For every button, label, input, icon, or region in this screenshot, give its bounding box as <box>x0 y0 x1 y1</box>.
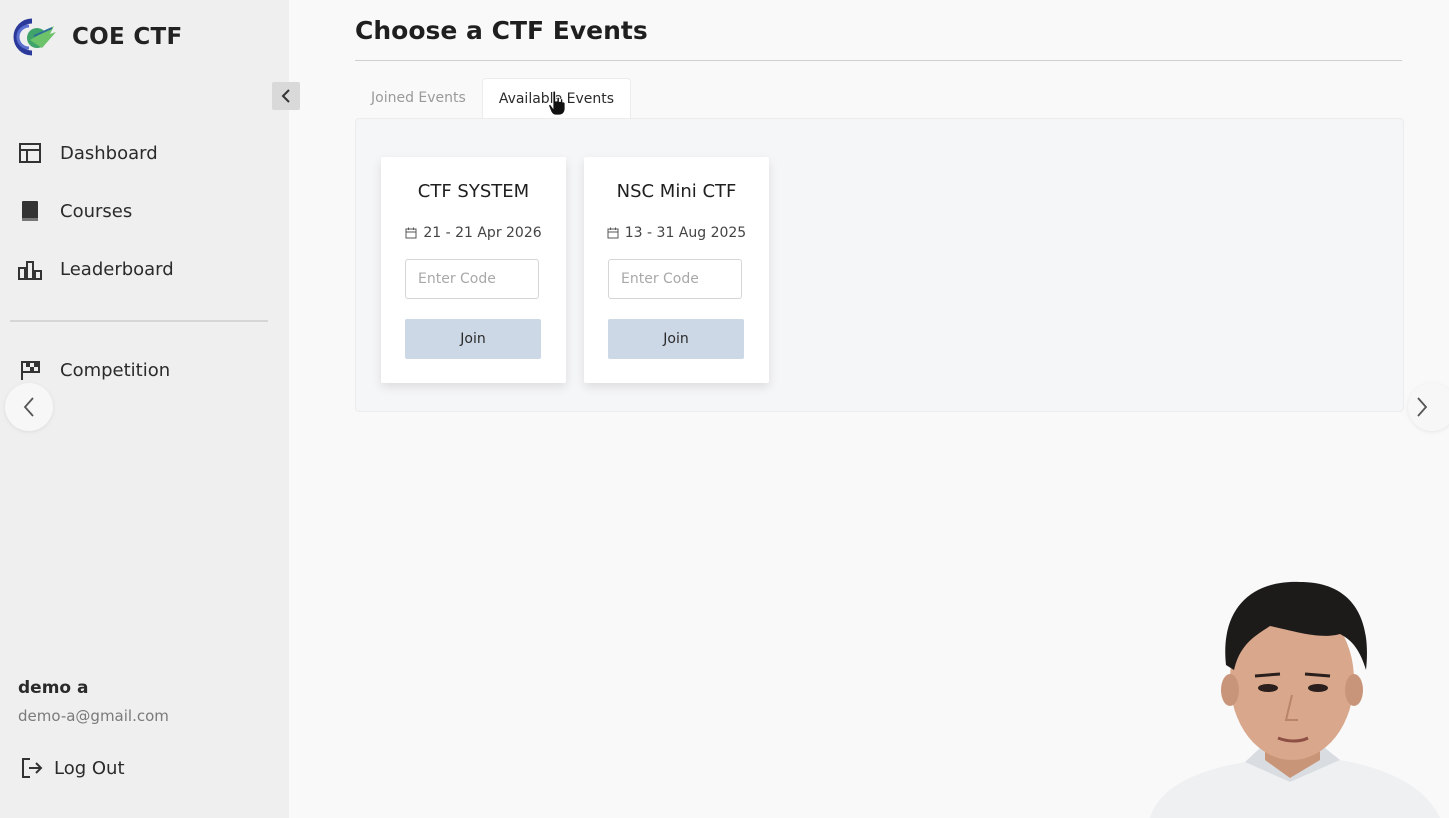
event-card: NSC Mini CTF 13 - 31 Aug 2025 Join <box>584 157 769 383</box>
sidebar-item-label: Leaderboard <box>60 258 174 280</box>
events-panel: CTF SYSTEM 21 - 21 Apr 2026 Join NSC Min… <box>355 118 1404 412</box>
user-name: demo a <box>18 678 89 698</box>
page-title: Choose a CTF Events <box>355 16 648 45</box>
carousel-prev-button[interactable] <box>5 383 53 431</box>
event-card: CTF SYSTEM 21 - 21 Apr 2026 Join <box>381 157 566 383</box>
brand-name: COE CTF <box>72 24 183 50</box>
logout-label: Log Out <box>54 757 125 779</box>
logout-icon <box>20 756 44 780</box>
event-tabs: Joined Events Available Events <box>355 78 632 119</box>
chevron-right-icon <box>1417 397 1428 417</box>
sidebar-item-label: Courses <box>60 200 133 222</box>
chevron-left-icon <box>23 397 34 417</box>
sidebar-divider <box>10 320 268 322</box>
sidebar-item-courses[interactable]: Courses <box>18 191 132 231</box>
event-code-input[interactable] <box>405 259 539 299</box>
sidebar-item-label: Competition <box>60 359 171 381</box>
sidebar-item-competition[interactable]: Competition <box>18 350 170 390</box>
event-code-input[interactable] <box>608 259 742 299</box>
title-divider <box>355 60 1402 61</box>
book-icon <box>18 199 42 223</box>
event-dates: 13 - 31 Aug 2025 <box>584 225 769 241</box>
hand-cursor-icon <box>548 90 566 116</box>
brand[interactable]: COE CTF <box>10 18 183 56</box>
sidebar-item-label: Dashboard <box>60 142 158 164</box>
webcam-presenter-video <box>1150 581 1440 818</box>
sidebar-item-dashboard[interactable]: Dashboard <box>18 133 158 173</box>
leaderboard-icon <box>18 257 42 281</box>
carousel-next-button[interactable] <box>1408 383 1449 431</box>
event-date-text: 13 - 31 Aug 2025 <box>624 225 747 241</box>
calendar-icon <box>405 227 417 239</box>
sidebar-item-leaderboard[interactable]: Leaderboard <box>18 249 174 289</box>
user-email: demo-a@gmail.com <box>18 707 169 725</box>
chevron-left-icon <box>281 89 290 103</box>
event-dates: 21 - 21 Apr 2026 <box>381 225 566 241</box>
event-date-text: 21 - 21 Apr 2026 <box>423 225 542 241</box>
event-name: NSC Mini CTF <box>616 181 737 202</box>
calendar-icon <box>607 227 619 239</box>
join-button[interactable]: Join <box>608 319 744 359</box>
tab-joined-events[interactable]: Joined Events <box>355 78 482 118</box>
sidebar-collapse-button[interactable] <box>272 82 300 110</box>
dashboard-icon <box>18 141 42 165</box>
event-name: CTF SYSTEM <box>417 181 530 202</box>
logo-icon <box>13 18 56 56</box>
flag-icon <box>18 358 42 382</box>
logout-button[interactable]: Log Out <box>20 756 125 780</box>
join-button[interactable]: Join <box>405 319 541 359</box>
